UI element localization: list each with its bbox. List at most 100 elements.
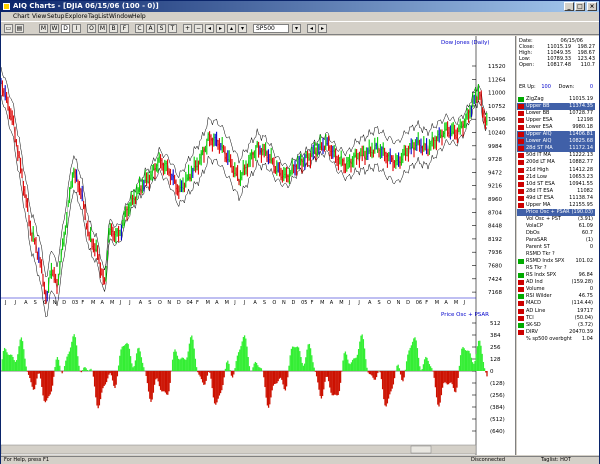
indicator-row[interactable]: RS Tkr ? bbox=[517, 265, 595, 272]
indicator-row[interactable]: Upper MA 12155.95 bbox=[517, 202, 595, 209]
er-down-label: Down: bbox=[558, 84, 575, 90]
indicator-value: 0 bbox=[589, 286, 593, 293]
indicator-row[interactable]: Lower ESA 9980.18 bbox=[517, 124, 595, 131]
prev-symbol-icon[interactable]: ◂ bbox=[307, 24, 316, 33]
up-arrow-icon[interactable]: ▴ bbox=[227, 24, 236, 33]
down-arrow-icon[interactable]: ▾ bbox=[238, 24, 247, 33]
bearish-marker-icon bbox=[518, 181, 524, 187]
status-help: For Help, press F1 bbox=[4, 457, 50, 463]
month-label: S bbox=[377, 300, 380, 306]
menu-chart[interactable]: Chart bbox=[13, 13, 30, 20]
indicator-row[interactable]: 50d IT MA 11222.13 bbox=[517, 152, 595, 159]
indicator-row[interactable]: AD Line 19717 bbox=[517, 308, 595, 315]
indicator-label: 50d IT MA bbox=[526, 152, 551, 159]
menu-setup[interactable]: Setup bbox=[47, 13, 64, 20]
indicator-row[interactable]: Parent ST 0 bbox=[517, 244, 595, 251]
indicator-label: RS Indx SPX bbox=[526, 272, 557, 279]
scale-button[interactable]: S bbox=[157, 24, 166, 33]
price-chart-svg[interactable]: 11520 11264 11000 10752 10496 10240 9984 9728 94… bbox=[1, 36, 516, 455]
indicator-row[interactable]: 49d LT ESA 11138.74 bbox=[517, 195, 595, 202]
month-label: M bbox=[454, 300, 458, 306]
bands-button[interactable]: B bbox=[109, 24, 118, 33]
zoom-in-icon[interactable]: + bbox=[183, 24, 192, 33]
indicator-row[interactable]: RSMD Tkr ? bbox=[517, 251, 595, 258]
indicator-label: 28d ST MA bbox=[526, 145, 553, 152]
month-label: J bbox=[357, 300, 359, 306]
indicator-value: 11138.74 bbox=[569, 194, 593, 201]
indicator-value: 11406.81 bbox=[569, 131, 593, 138]
monthly-button[interactable]: M bbox=[39, 24, 48, 33]
indicator-row[interactable]: Vol Osc + PST (3.91) bbox=[517, 216, 595, 223]
indicator-row[interactable]: ParaSAR (1) bbox=[517, 237, 595, 244]
maximize-button[interactable]: □ bbox=[575, 2, 585, 11]
bearish-marker-icon bbox=[518, 174, 524, 180]
indicator-row[interactable]: 10d ST ESA 10941.55 bbox=[517, 181, 595, 188]
indicator-list[interactable]: ZigZag 11015.19 Upper BB 11374.35 Lower BB 10… bbox=[517, 96, 599, 396]
indicator-label: % sp500 overbght bbox=[526, 335, 572, 342]
copy-button[interactable]: ▤ bbox=[15, 24, 24, 33]
indicator-value: 11412.28 bbox=[569, 166, 593, 173]
annotate-button[interactable]: A bbox=[146, 24, 155, 33]
menu-view[interactable]: View bbox=[32, 13, 46, 20]
print-button[interactable]: ▭ bbox=[4, 24, 13, 33]
indicator-row[interactable]: Volume 0 bbox=[517, 286, 595, 293]
data-panel: Date: 06/15/06 Close: 11015.19 198.27 High:… bbox=[517, 36, 599, 455]
osc-tick-label: 384 bbox=[490, 333, 501, 339]
indicator-row[interactable]: Upper BB 11374.35 bbox=[517, 103, 595, 111]
indicator-row[interactable]: 28d IT ESA 11082 bbox=[517, 188, 595, 195]
month-label: F bbox=[81, 300, 84, 306]
daily-button[interactable]: D bbox=[61, 24, 70, 33]
er-up-value: 100 bbox=[541, 84, 551, 90]
next-symbol-icon[interactable]: ▸ bbox=[318, 24, 327, 33]
indicator-row[interactable]: 200d LT MA 10882.77 bbox=[517, 159, 595, 166]
indicator-row[interactable]: Lower BB 10728.77 bbox=[517, 110, 595, 117]
indicator-row[interactable]: RSI Wilder 46.75 bbox=[517, 293, 595, 300]
indicator-row[interactable]: RS Indx SPX 96.84 bbox=[517, 272, 595, 279]
symbol-input[interactable]: SP500 bbox=[253, 24, 289, 33]
minimize-button[interactable]: _ bbox=[564, 2, 574, 11]
close-button[interactable]: × bbox=[587, 2, 597, 11]
zoom-out-icon[interactable]: − bbox=[194, 24, 203, 33]
menu-window[interactable]: Window bbox=[109, 13, 133, 20]
menu-help[interactable]: Help bbox=[132, 13, 146, 20]
symbol-dropdown-icon[interactable]: ▾ bbox=[292, 24, 301, 33]
trendline-button[interactable]: T bbox=[168, 24, 177, 33]
menu-taglist[interactable]: TagList bbox=[88, 13, 109, 20]
indicator-row[interactable]: VolaCP 61.09 bbox=[517, 223, 595, 230]
price-tick-label: 8704 bbox=[488, 210, 502, 216]
menu-explore[interactable]: Explore bbox=[65, 13, 88, 20]
weekly-button[interactable]: W bbox=[50, 24, 59, 33]
chart-area[interactable]: 11520 11264 11000 10752 10496 10240 9984 9728 94… bbox=[1, 36, 516, 455]
candle-button[interactable]: C bbox=[135, 24, 144, 33]
bearish-marker-icon bbox=[518, 153, 524, 159]
bearish-marker-icon bbox=[518, 139, 524, 145]
indicator-row[interactable]: Price Osc + PSAR (190.03) bbox=[517, 208, 595, 216]
indicator-label: Price Osc + PSAR bbox=[526, 208, 570, 215]
fib-button[interactable]: F bbox=[120, 24, 129, 33]
indicator-row[interactable]: RSMD Indx SPX 101.02 bbox=[517, 258, 595, 265]
intraday-button[interactable]: I bbox=[72, 24, 81, 33]
indicator-row[interactable]: 21d High 11412.28 bbox=[517, 167, 595, 174]
indicator-row[interactable]: Lower AIQ 10825.68 bbox=[517, 138, 595, 146]
indicator-row[interactable]: SK-SD (3.72) bbox=[517, 322, 595, 329]
indicator-row[interactable]: TCI (50.04) bbox=[517, 315, 595, 322]
indicator-value: 10728.77 bbox=[569, 110, 593, 117]
indicator-row[interactable]: 21d Low 10653.23 bbox=[517, 174, 595, 181]
indicator-row[interactable]: 28d ST MA 11172.14 bbox=[517, 145, 595, 153]
left-arrow-icon[interactable]: ◂ bbox=[205, 24, 214, 33]
month-label: M bbox=[435, 300, 439, 306]
moving-avg-button[interactable]: M bbox=[98, 24, 107, 33]
indicator-row[interactable]: AD Ind (159.28) bbox=[517, 279, 595, 286]
indicator-row[interactable]: Upper ESA 12198 bbox=[517, 117, 595, 124]
month-label: A bbox=[24, 300, 28, 306]
indicator-row[interactable]: DbOs 60.7 bbox=[517, 230, 595, 237]
menu-bar: Chart View Setup Explore TagList Window … bbox=[1, 12, 599, 21]
indicator-label: Lower ESA bbox=[526, 124, 553, 131]
indicator-row[interactable]: % sp500 overbght 1.04 bbox=[517, 336, 595, 343]
indicator-row[interactable]: Upper AIQ 11406.81 bbox=[517, 131, 595, 139]
indicator-row[interactable]: ZigZag 11015.19 bbox=[517, 96, 595, 103]
right-arrow-icon[interactable]: ▸ bbox=[216, 24, 225, 33]
indicator-row[interactable]: DIRV 20470.39 bbox=[517, 329, 595, 336]
open-button[interactable]: O bbox=[87, 24, 96, 33]
indicator-row[interactable]: MACD (114.44) bbox=[517, 300, 595, 307]
